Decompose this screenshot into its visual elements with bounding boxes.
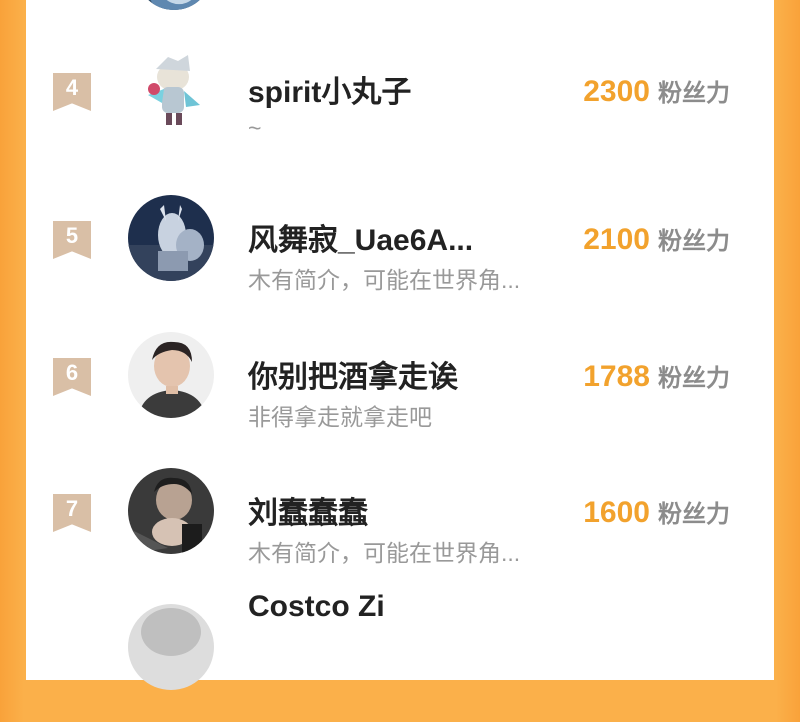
avatar[interactable] xyxy=(128,332,214,418)
rank-badge: 4 xyxy=(53,73,91,111)
fans-number: 2100 xyxy=(583,223,650,256)
rank-badge: 5 xyxy=(53,221,91,259)
fans-score: 2100 粉丝力 xyxy=(583,221,730,257)
leaderboard-card: 4 spirit小丸子 ~ 2300 粉丝力 5 风舞寂_Uae6A... 木有… xyxy=(26,0,774,690)
user-bio: ~ xyxy=(248,115,262,141)
list-item[interactable]: 7 刘蠢蠢蠢 木有简介，可能在世界角... 1600 粉丝力 xyxy=(26,466,774,586)
fans-score: 1788 粉丝力 xyxy=(583,358,730,394)
fans-number: 1600 xyxy=(583,496,650,529)
list-item[interactable]: 5 风舞寂_Uae6A... 木有简介，可能在世界角... 2100 粉丝力 xyxy=(26,193,774,313)
list-item[interactable]: Costco Zi xyxy=(26,590,774,722)
user-bio: 木有简介，可能在世界角... xyxy=(248,540,521,566)
rank-badge: 6 xyxy=(53,358,91,396)
fans-unit: 粉丝力 xyxy=(658,501,730,528)
user-name[interactable]: 风舞寂_Uae6A... xyxy=(248,215,473,259)
user-name[interactable]: spirit小丸子 xyxy=(248,67,411,111)
fans-unit: 粉丝力 xyxy=(658,80,730,107)
avatar[interactable] xyxy=(136,0,212,10)
user-name[interactable]: 你别把酒拿走诶 xyxy=(248,352,458,396)
avatar[interactable] xyxy=(128,47,214,133)
user-name[interactable]: 刘蠢蠢蠢 xyxy=(248,488,368,532)
avatar[interactable] xyxy=(128,468,214,554)
rank-badge: 7 xyxy=(53,494,91,532)
fans-score: 1600 粉丝力 xyxy=(583,494,730,530)
fans-number: 2300 xyxy=(583,75,650,108)
user-bio: 非得拿走就拿走吧 xyxy=(248,404,432,430)
list-item[interactable]: 4 spirit小丸子 ~ 2300 粉丝力 xyxy=(26,45,774,165)
avatar[interactable] xyxy=(128,604,214,690)
user-name[interactable]: Costco Zi xyxy=(248,590,385,624)
list-item[interactable]: 6 你别把酒拿走诶 非得拿走就拿走吧 1788 粉丝力 xyxy=(26,330,774,450)
avatar[interactable] xyxy=(128,195,214,281)
fans-score: 2300 粉丝力 xyxy=(583,73,730,109)
user-bio: 木有简介，可能在世界角... xyxy=(248,267,521,293)
fans-unit: 粉丝力 xyxy=(658,365,730,392)
fans-unit: 粉丝力 xyxy=(658,228,730,255)
fans-number: 1788 xyxy=(583,360,650,393)
